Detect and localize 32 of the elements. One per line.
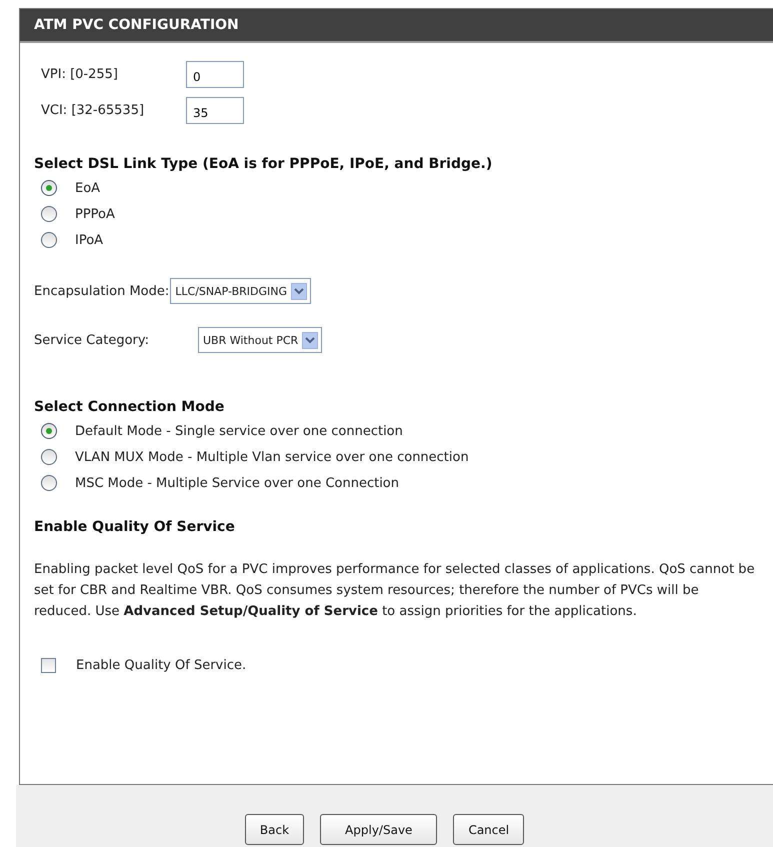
radio-button[interactable] (41, 449, 57, 465)
radio-label: PPPoA (75, 206, 115, 222)
input-field[interactable]: 35 (186, 97, 244, 124)
description-text: Enabling packet level QoS for a PVC improves performance for selected classes of applications. QoS cannot be set for CBR and Realtime VBR. QoS consumes system resources; therefore the number of PVCs will be reduced. Use Advanced Setup/Quality of Service to assign priorities for the applications. (34, 561, 756, 621)
caret-icon (291, 282, 308, 300)
radio-button[interactable] (41, 475, 57, 491)
radio-label: MSC Mode - Multiple Service over one Connection (75, 476, 400, 490)
select-label: Encapsulation Mode: (34, 284, 170, 298)
section-heading: Select Connection Mode (34, 399, 226, 415)
action-button[interactable]: Cancel (453, 814, 524, 845)
checkbox[interactable] (41, 658, 56, 673)
action-button[interactable]: Back (244, 814, 304, 845)
dropdown[interactable]: UBR Without PCR (198, 327, 322, 353)
radio-label: VLAN MUX Mode - Multiple Vlan service over one connection (75, 450, 469, 464)
checkbox-label: Enable Quality Of Service. (76, 658, 246, 673)
radio-button[interactable] (41, 232, 57, 248)
dropdown[interactable]: LLC/SNAP-BRIDGING (170, 278, 312, 304)
section-heading: Select DSL Link Type (EoA is for PPPoE, IPoE, and Bridge.) (34, 156, 494, 172)
radio-label: Default Mode - Single service over one connection (75, 424, 403, 438)
section-heading: Enable Quality Of Service (34, 519, 236, 535)
radio-label: EoA (75, 180, 100, 196)
select-label: Service Category: (34, 332, 150, 348)
caret-icon (302, 332, 318, 348)
radio-button[interactable] (41, 423, 57, 439)
field-label: VCI: [32-65535] (41, 103, 146, 118)
radio-button[interactable] (41, 206, 57, 222)
panel-title: ATM PVC CONFIGURATION (34, 17, 239, 33)
radio-label: IPoA (75, 232, 104, 248)
input-field[interactable]: 0 (186, 61, 244, 88)
action-button[interactable]: Apply/Save (320, 814, 438, 845)
radio-button[interactable] (41, 180, 57, 196)
field-label: VPI: [0-255] (41, 67, 119, 82)
